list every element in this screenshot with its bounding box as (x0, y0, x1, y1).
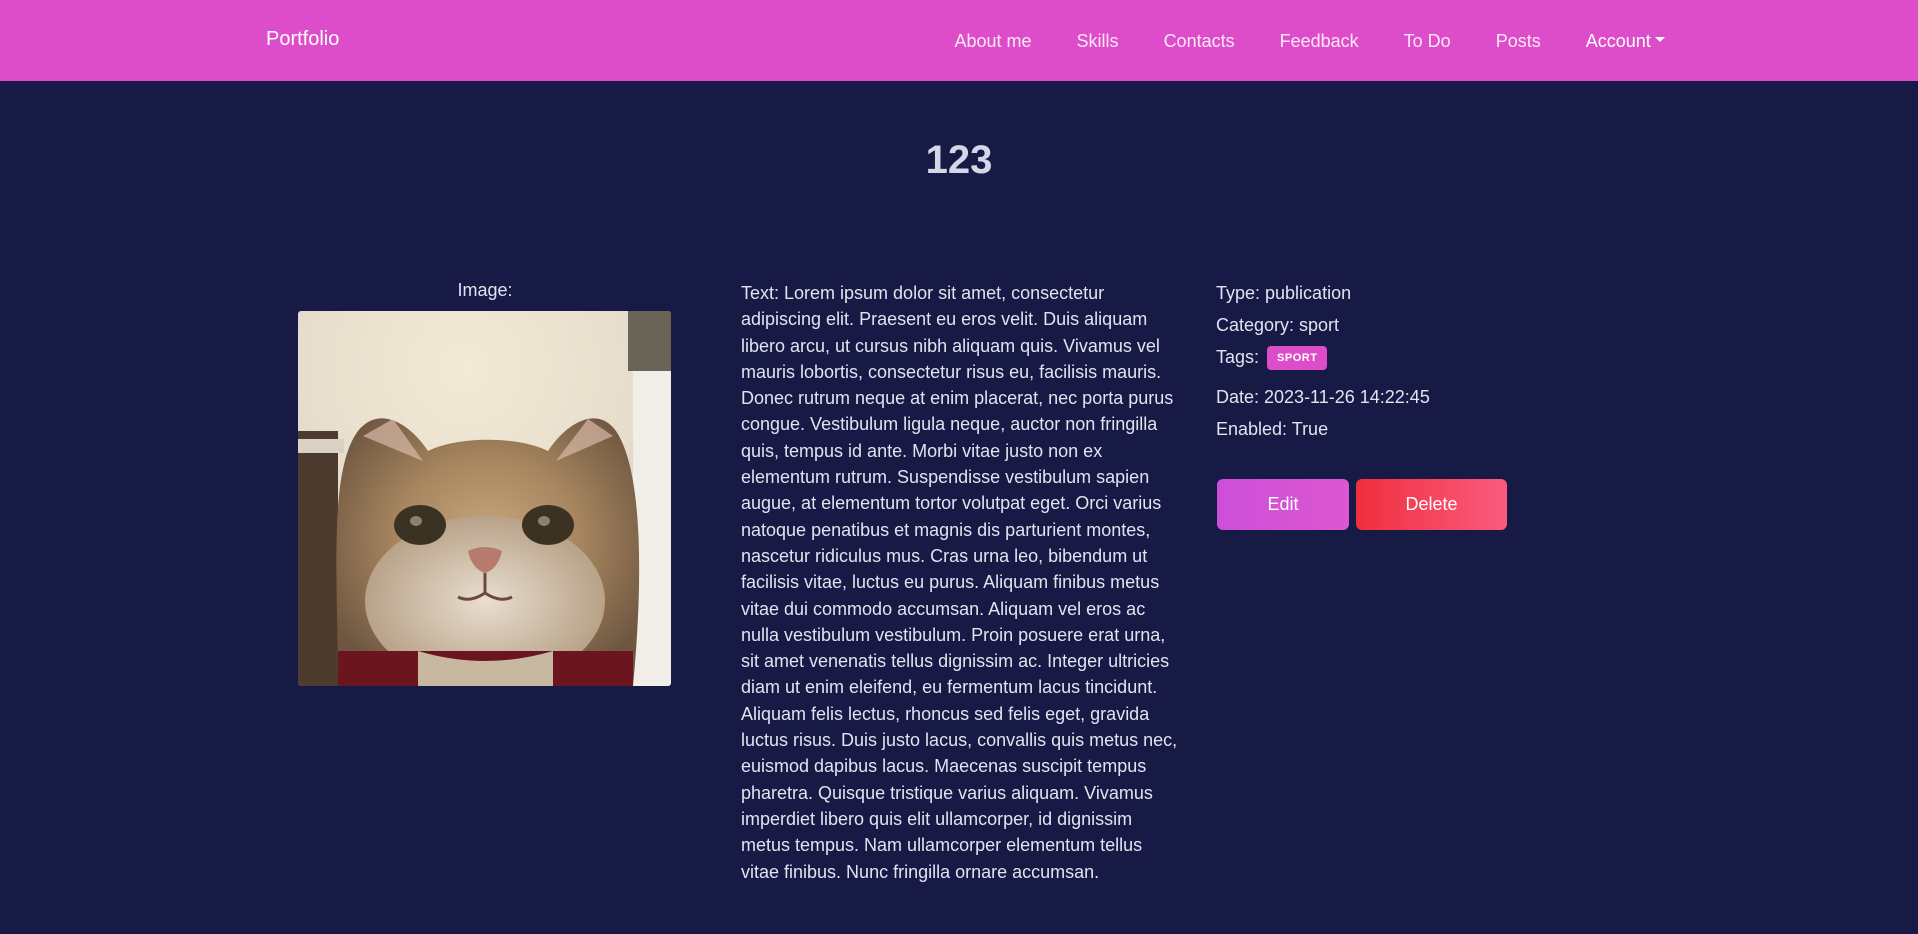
tags-label: Tags: (1216, 347, 1260, 367)
post-category: Category: sport (1216, 315, 1340, 335)
post-text: Text: Lorem ipsum dolor sit amet, consec… (741, 283, 1178, 882)
nav-item-about-me[interactable]: About me (932, 2, 1054, 80)
tag-badge[interactable]: SPORT (1267, 346, 1328, 371)
brand-link[interactable]: Portfolio (266, 0, 339, 81)
post-type: Type: publication (1216, 283, 1352, 303)
post-title: 123 (925, 138, 993, 182)
edit-button[interactable]: Edit (1217, 479, 1349, 530)
caret-down-icon (1654, 37, 1665, 43)
image-section: Image: (298, 280, 672, 686)
account-label: Account (1585, 30, 1651, 51)
post-enabled: Enabled: True (1216, 419, 1329, 439)
nav-item-posts[interactable]: Posts (1473, 2, 1563, 80)
navbar: Portfolio About me Skills Contacts Feedb… (0, 0, 1918, 81)
nav-item-account-dropdown[interactable]: Account (1563, 2, 1687, 80)
delete-button[interactable]: Delete (1356, 479, 1507, 530)
nav-menu: About me Skills Contacts Feedback To Do … (932, 0, 1687, 81)
nav-item-contacts[interactable]: Contacts (1141, 2, 1257, 80)
image-label: Image: (457, 280, 513, 300)
post-meta: Type: publication Category: sport Tags: … (1216, 280, 1536, 448)
nav-item-skills[interactable]: Skills (1054, 2, 1141, 80)
nav-item-to-do[interactable]: To Do (1381, 2, 1473, 80)
nav-item-feedback[interactable]: Feedback (1257, 2, 1381, 80)
post-image (298, 311, 671, 686)
post-tags: Tags: SPORT (1216, 344, 1536, 384)
action-buttons: Edit Delete (1217, 479, 1507, 530)
post-date: Date: 2023-11-26 14:22:45 (1216, 387, 1430, 407)
